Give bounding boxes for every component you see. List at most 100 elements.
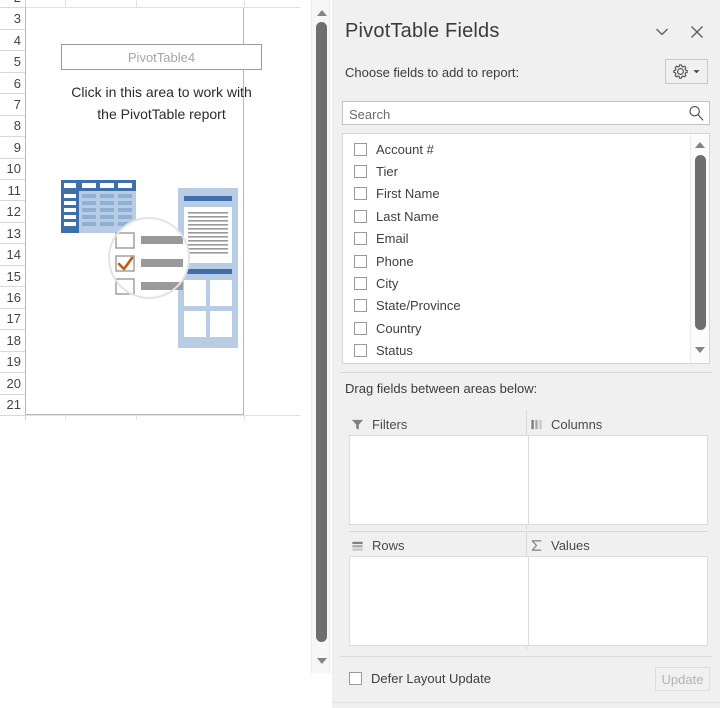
update-button[interactable]: Update <box>655 667 710 691</box>
field-list-item[interactable]: City <box>343 272 691 294</box>
pivottable-hint-line-1: Click in this area to work with <box>71 84 252 100</box>
footer-divider <box>340 656 712 657</box>
area-columns-dropzone[interactable] <box>528 435 708 525</box>
pivottable-placeholder[interactable]: PivotTable4 Click in this area to work w… <box>25 8 262 415</box>
search-input[interactable] <box>347 102 681 126</box>
scrollbar-thumb[interactable] <box>316 22 327 642</box>
field-list[interactable]: Account # Tier First Name Last Name Email Pho… <box>343 138 691 362</box>
field-checkbox[interactable] <box>354 254 367 268</box>
field-checkbox[interactable] <box>354 299 367 313</box>
field-list-item[interactable]: Account # <box>343 138 691 160</box>
field-label: City <box>376 276 399 292</box>
row-header[interactable]: 4 <box>0 30 25 52</box>
field-list-container[interactable]: Account # Tier First Name Last Name Email Pho… <box>342 133 710 364</box>
field-list-item[interactable]: Phone <box>343 250 691 272</box>
row-header[interactable]: 15 <box>0 266 25 288</box>
columns-icon <box>531 419 542 429</box>
area-values-header: Values <box>528 534 708 556</box>
area-columns[interactable]: Columns <box>528 413 708 525</box>
field-label: Tier <box>376 164 398 180</box>
field-checkbox[interactable] <box>354 321 367 335</box>
area-filters[interactable]: Filters <box>349 413 529 525</box>
field-list-scrollbar[interactable] <box>690 134 709 363</box>
field-checkbox[interactable] <box>354 187 367 201</box>
field-list-scrollbar-thumb[interactable] <box>695 155 706 330</box>
row-header[interactable]: 11 <box>0 180 25 202</box>
row-header[interactable]: 21 <box>0 395 25 416</box>
excel-worksheet[interactable]: 23456789101112131415161718192021 PivotTa… <box>0 0 300 420</box>
area-columns-label: Columns <box>551 416 603 432</box>
area-values[interactable]: Values <box>528 534 708 646</box>
row-header[interactable]: 18 <box>0 330 25 352</box>
field-checkbox[interactable] <box>354 344 367 358</box>
field-list-scroll-down-icon[interactable] <box>691 342 709 358</box>
field-list-item[interactable]: Email <box>343 228 691 250</box>
row-header[interactable]: 19 <box>0 352 25 374</box>
field-list-item[interactable]: Last Name <box>343 205 691 227</box>
area-rows-dropzone[interactable] <box>349 556 529 646</box>
close-icon <box>691 26 703 38</box>
scroll-down-arrow-icon[interactable] <box>312 652 331 669</box>
row-header[interactable]: 6 <box>0 73 25 95</box>
area-rows[interactable]: Rows <box>349 534 529 646</box>
field-checkbox[interactable] <box>354 142 367 156</box>
field-label: Email <box>376 231 409 247</box>
field-list-scroll-up-icon[interactable] <box>691 137 709 153</box>
chevron-down-icon <box>656 28 668 36</box>
row-header[interactable]: 13 <box>0 223 25 245</box>
area-filters-dropzone[interactable] <box>349 435 529 525</box>
area-rows-header: Rows <box>349 534 529 556</box>
search-icon[interactable] <box>687 104 705 122</box>
row-header[interactable]: 16 <box>0 287 25 309</box>
row-header[interactable]: 17 <box>0 309 25 331</box>
pivottable-name-label: PivotTable4 <box>61 44 262 70</box>
field-list-item[interactable]: State/Province <box>343 295 691 317</box>
row-header[interactable]: 3 <box>0 8 25 30</box>
row-header-column: 23456789101112131415161718192021 <box>0 0 26 420</box>
field-list-item[interactable]: First Name <box>343 183 691 205</box>
row-header[interactable]: 2 <box>0 0 25 9</box>
pivottable-hint-text: Click in this area to work with the Pivo… <box>54 82 269 125</box>
workbook-vertical-scrollbar[interactable] <box>311 0 330 673</box>
row-header[interactable]: 12 <box>0 202 25 223</box>
field-label: Country <box>376 320 422 336</box>
field-checkbox[interactable] <box>354 232 367 246</box>
defer-layout-update-row[interactable]: Defer Layout Update <box>349 671 491 686</box>
field-checkbox[interactable] <box>354 165 367 179</box>
row-header[interactable]: 14 <box>0 244 25 266</box>
pane-collapse-button[interactable] <box>649 20 675 44</box>
row-header[interactable]: 20 <box>0 373 25 395</box>
search-field[interactable] <box>342 101 710 126</box>
areas-horizontal-separator <box>349 531 708 532</box>
pane-close-button[interactable] <box>684 20 710 44</box>
row-header[interactable]: 9 <box>0 137 25 159</box>
pivottable-hint-line-2: the PivotTable report <box>97 105 226 122</box>
row-header[interactable]: 5 <box>0 51 25 73</box>
pivottable-fields-pane: PivotTable Fields Choose fields to add t… <box>332 0 720 708</box>
area-rows-label: Rows <box>372 537 405 553</box>
defer-layout-update-checkbox[interactable] <box>349 672 362 685</box>
field-list-options-button[interactable] <box>665 59 708 84</box>
field-checkbox[interactable] <box>354 209 367 223</box>
row-header[interactable]: 7 <box>0 94 25 116</box>
row-header[interactable]: 8 <box>0 116 25 138</box>
row-header[interactable]: 10 <box>0 159 25 181</box>
field-label: First Name <box>376 186 440 202</box>
field-list-item[interactable]: Tier <box>343 160 691 182</box>
scroll-up-arrow-icon[interactable] <box>312 4 331 21</box>
defer-layout-update-label: Defer Layout Update <box>371 671 491 686</box>
page-title: PivotTable Fields <box>345 20 500 42</box>
choose-fields-label: Choose fields to add to report: <box>345 65 520 80</box>
pivottable-placeholder-illustration <box>61 180 238 348</box>
field-list-item[interactable]: Status <box>343 340 691 362</box>
area-filters-label: Filters <box>372 416 408 432</box>
pivottable-name-text: PivotTable4 <box>127 49 196 65</box>
drag-fields-label: Drag fields between areas below: <box>345 381 538 396</box>
field-checkbox[interactable] <box>354 277 367 291</box>
area-values-dropzone[interactable] <box>528 556 708 646</box>
area-values-label: Values <box>551 537 590 553</box>
pane-header: PivotTable Fields <box>332 0 720 56</box>
field-label: Phone <box>376 253 414 269</box>
rows-icon <box>352 541 363 551</box>
field-list-item[interactable]: Country <box>343 317 691 339</box>
